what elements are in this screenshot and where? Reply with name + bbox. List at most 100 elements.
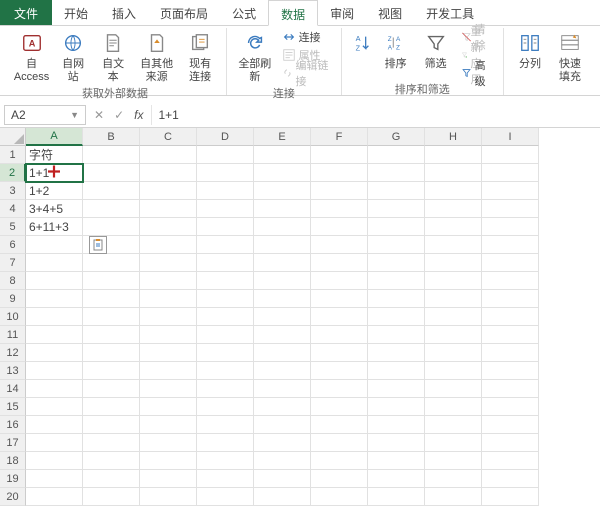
- cell-G15[interactable]: [368, 398, 425, 416]
- cell-H4[interactable]: [425, 200, 482, 218]
- cell-D10[interactable]: [197, 308, 254, 326]
- cell-I19[interactable]: [482, 470, 539, 488]
- cell-D11[interactable]: [197, 326, 254, 344]
- column-header-E[interactable]: E: [254, 128, 311, 146]
- cell-C10[interactable]: [140, 308, 197, 326]
- cell-G12[interactable]: [368, 344, 425, 362]
- cell-H6[interactable]: [425, 236, 482, 254]
- row-header-14[interactable]: 14: [0, 380, 26, 398]
- cell-D13[interactable]: [197, 362, 254, 380]
- cell-B18[interactable]: [83, 452, 140, 470]
- row-header-9[interactable]: 9: [0, 290, 26, 308]
- cell-I8[interactable]: [482, 272, 539, 290]
- cell-B19[interactable]: [83, 470, 140, 488]
- row-header-20[interactable]: 20: [0, 488, 26, 506]
- cell-C19[interactable]: [140, 470, 197, 488]
- cell-C2[interactable]: [140, 164, 197, 182]
- cell-B2[interactable]: [83, 164, 140, 182]
- cell-I5[interactable]: [482, 218, 539, 236]
- cell-G17[interactable]: [368, 434, 425, 452]
- cell-C14[interactable]: [140, 380, 197, 398]
- cell-F20[interactable]: [311, 488, 368, 506]
- cell-H15[interactable]: [425, 398, 482, 416]
- cell-A20[interactable]: [26, 488, 83, 506]
- cell-D17[interactable]: [197, 434, 254, 452]
- cell-E16[interactable]: [254, 416, 311, 434]
- cell-D7[interactable]: [197, 254, 254, 272]
- cell-D19[interactable]: [197, 470, 254, 488]
- cell-E2[interactable]: [254, 164, 311, 182]
- select-all-corner[interactable]: [0, 128, 26, 146]
- tab-data[interactable]: 数据: [268, 0, 318, 26]
- column-header-G[interactable]: G: [368, 128, 425, 146]
- cell-D14[interactable]: [197, 380, 254, 398]
- cell-F18[interactable]: [311, 452, 368, 470]
- cell-G19[interactable]: [368, 470, 425, 488]
- cell-D8[interactable]: [197, 272, 254, 290]
- cell-E6[interactable]: [254, 236, 311, 254]
- cell-G1[interactable]: [368, 146, 425, 164]
- cell-D6[interactable]: [197, 236, 254, 254]
- cell-C9[interactable]: [140, 290, 197, 308]
- cell-D20[interactable]: [197, 488, 254, 506]
- cell-H17[interactable]: [425, 434, 482, 452]
- cell-C20[interactable]: [140, 488, 197, 506]
- cell-B5[interactable]: [83, 218, 140, 236]
- cell-F10[interactable]: [311, 308, 368, 326]
- cell-F7[interactable]: [311, 254, 368, 272]
- cell-H7[interactable]: [425, 254, 482, 272]
- cell-E3[interactable]: [254, 182, 311, 200]
- tab-insert[interactable]: 插入: [100, 0, 148, 25]
- cell-E14[interactable]: [254, 380, 311, 398]
- cell-G20[interactable]: [368, 488, 425, 506]
- cell-A12[interactable]: [26, 344, 83, 362]
- cell-D16[interactable]: [197, 416, 254, 434]
- column-header-C[interactable]: C: [140, 128, 197, 146]
- row-header-18[interactable]: 18: [0, 452, 26, 470]
- cell-F15[interactable]: [311, 398, 368, 416]
- cell-C18[interactable]: [140, 452, 197, 470]
- flash-fill-button[interactable]: 快速填充: [550, 28, 590, 85]
- cell-I16[interactable]: [482, 416, 539, 434]
- cell-G5[interactable]: [368, 218, 425, 236]
- cell-C3[interactable]: [140, 182, 197, 200]
- cell-A14[interactable]: [26, 380, 83, 398]
- cell-I2[interactable]: [482, 164, 539, 182]
- cell-G16[interactable]: [368, 416, 425, 434]
- cancel-icon[interactable]: ✕: [94, 108, 104, 122]
- cell-E9[interactable]: [254, 290, 311, 308]
- cell-E19[interactable]: [254, 470, 311, 488]
- column-header-B[interactable]: B: [83, 128, 140, 146]
- from-text-button[interactable]: 自文本: [93, 28, 133, 85]
- cell-I12[interactable]: [482, 344, 539, 362]
- text-to-columns-button[interactable]: 分列: [510, 28, 550, 73]
- cell-I6[interactable]: [482, 236, 539, 254]
- cell-H1[interactable]: [425, 146, 482, 164]
- cell-G4[interactable]: [368, 200, 425, 218]
- cell-B8[interactable]: [83, 272, 140, 290]
- cell-B20[interactable]: [83, 488, 140, 506]
- cell-B13[interactable]: [83, 362, 140, 380]
- tab-file[interactable]: 文件: [0, 0, 52, 25]
- cell-G7[interactable]: [368, 254, 425, 272]
- cell-G6[interactable]: [368, 236, 425, 254]
- row-header-11[interactable]: 11: [0, 326, 26, 344]
- cell-C5[interactable]: [140, 218, 197, 236]
- from-web-button[interactable]: 自网站: [53, 28, 93, 85]
- row-header-16[interactable]: 16: [0, 416, 26, 434]
- cell-H12[interactable]: [425, 344, 482, 362]
- row-header-12[interactable]: 12: [0, 344, 26, 362]
- cell-C8[interactable]: [140, 272, 197, 290]
- cell-I17[interactable]: [482, 434, 539, 452]
- cell-G3[interactable]: [368, 182, 425, 200]
- cell-C4[interactable]: [140, 200, 197, 218]
- cell-F5[interactable]: [311, 218, 368, 236]
- cell-H19[interactable]: [425, 470, 482, 488]
- cell-H2[interactable]: [425, 164, 482, 182]
- cell-I15[interactable]: [482, 398, 539, 416]
- formula-input[interactable]: 1+1: [151, 105, 600, 125]
- cell-G14[interactable]: [368, 380, 425, 398]
- cell-F8[interactable]: [311, 272, 368, 290]
- cell-D4[interactable]: [197, 200, 254, 218]
- cell-I4[interactable]: [482, 200, 539, 218]
